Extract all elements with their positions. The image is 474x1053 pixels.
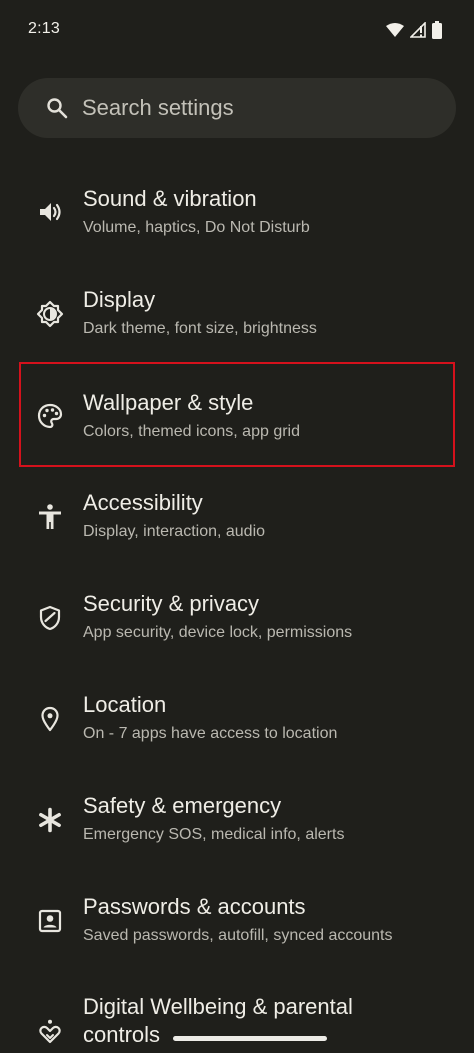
account-box-icon	[36, 907, 64, 935]
setting-security-privacy[interactable]: Security & privacy App security, device …	[0, 564, 474, 665]
settings-screen: 2:13 Search settings Sound & vibration V…	[0, 0, 474, 1053]
search-icon	[45, 96, 69, 120]
wifi-icon	[386, 23, 404, 37]
setting-title: Location	[83, 692, 167, 717]
status-bar: 2:13	[0, 0, 474, 62]
setting-title: Passwords & accounts	[83, 894, 306, 919]
setting-passwords-accounts[interactable]: Passwords & accounts Saved passwords, au…	[0, 867, 474, 968]
setting-wallpaper-style[interactable]: Wallpaper & style Colors, themed icons, …	[0, 362, 474, 463]
setting-subtitle: Display, interaction, audio	[83, 523, 266, 540]
setting-title: Safety & emergency	[83, 793, 282, 818]
gesture-nav-handle[interactable]	[173, 1036, 327, 1041]
status-icons	[386, 20, 442, 40]
accessibility-icon	[36, 503, 64, 531]
wellbeing-icon	[36, 1018, 64, 1046]
setting-title: Display	[83, 287, 156, 312]
asterisk-icon	[36, 806, 64, 834]
setting-subtitle: Volume, haptics, Do Not Disturb	[83, 219, 310, 236]
setting-safety-emergency[interactable]: Safety & emergency Emergency SOS, medica…	[0, 766, 474, 867]
setting-location[interactable]: Location On - 7 apps have access to loca…	[0, 665, 474, 766]
setting-subtitle: App security, device lock, permissions	[83, 624, 353, 641]
setting-subtitle: Colors, themed icons, app grid	[83, 423, 300, 440]
setting-title: Digital Wellbeing & parental	[83, 994, 353, 1019]
volume-icon	[36, 198, 64, 226]
setting-title: Sound & vibration	[83, 186, 257, 211]
search-bar[interactable]	[18, 78, 456, 138]
setting-title-continued: controls	[83, 1022, 161, 1047]
setting-title: Wallpaper & style	[83, 390, 254, 415]
setting-accessibility[interactable]: Accessibility Display, interaction, audi…	[0, 463, 474, 564]
setting-title: Accessibility	[83, 490, 203, 515]
setting-subtitle: On - 7 apps have access to location	[83, 725, 338, 742]
palette-icon	[36, 402, 64, 430]
setting-display[interactable]: Display Dark theme, font size, brightnes…	[0, 261, 474, 362]
setting-subtitle: Emergency SOS, medical info, alerts	[83, 826, 345, 843]
location-pin-icon	[36, 705, 64, 733]
setting-subtitle: Dark theme, font size, brightness	[83, 320, 317, 337]
search-input[interactable]	[82, 92, 442, 124]
signal-icon	[410, 22, 426, 38]
brightness-icon	[36, 300, 64, 328]
battery-icon	[432, 21, 442, 39]
setting-sound-vibration[interactable]: Sound & vibration Volume, haptics, Do No…	[0, 160, 474, 261]
setting-title: Security & privacy	[83, 591, 260, 616]
setting-subtitle: Saved passwords, autofill, synced accoun…	[83, 927, 393, 944]
shield-icon	[36, 604, 64, 632]
status-time: 2:13	[28, 20, 60, 37]
